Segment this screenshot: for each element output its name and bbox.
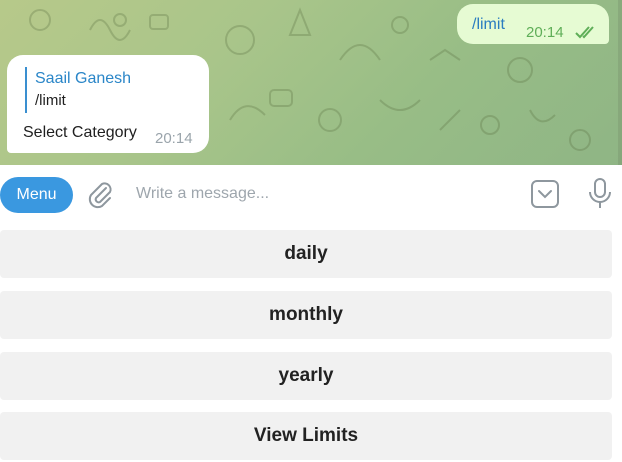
- keyboard-button-view-limits[interactable]: View Limits: [0, 412, 612, 460]
- keyboard-button-monthly[interactable]: monthly: [0, 291, 612, 339]
- reply-author: Saail Ganesh: [35, 70, 132, 87]
- outgoing-message-time: 20:14: [526, 24, 564, 41]
- incoming-message[interactable]: Saail Ganesh /limit Select Category 20:1…: [7, 55, 209, 153]
- keyboard-button-daily[interactable]: daily: [0, 230, 612, 278]
- outgoing-message[interactable]: /limit 20:14: [457, 4, 609, 44]
- incoming-message-text: Select Category: [23, 124, 137, 141]
- incoming-message-time: 20:14: [155, 130, 193, 147]
- message-input[interactable]: Write a message...: [136, 182, 496, 206]
- reply-quoted-text: /limit: [35, 92, 66, 109]
- outgoing-message-text: /limit: [472, 16, 505, 33]
- keyboard-button-yearly[interactable]: yearly: [0, 352, 612, 400]
- chat-area: /limit 20:14 Saail Ganesh /limit Select …: [0, 0, 622, 165]
- attach-icon[interactable]: [86, 179, 114, 209]
- keyboard-toggle-icon[interactable]: [530, 179, 560, 209]
- microphone-icon[interactable]: [586, 177, 614, 211]
- menu-button[interactable]: Menu: [0, 177, 73, 213]
- message-composer: Menu Write a message...: [0, 165, 622, 225]
- read-ticks-icon: [574, 24, 598, 45]
- scrollbar-edge[interactable]: [618, 0, 622, 165]
- reply-preview[interactable]: Saail Ganesh /limit: [25, 67, 175, 113]
